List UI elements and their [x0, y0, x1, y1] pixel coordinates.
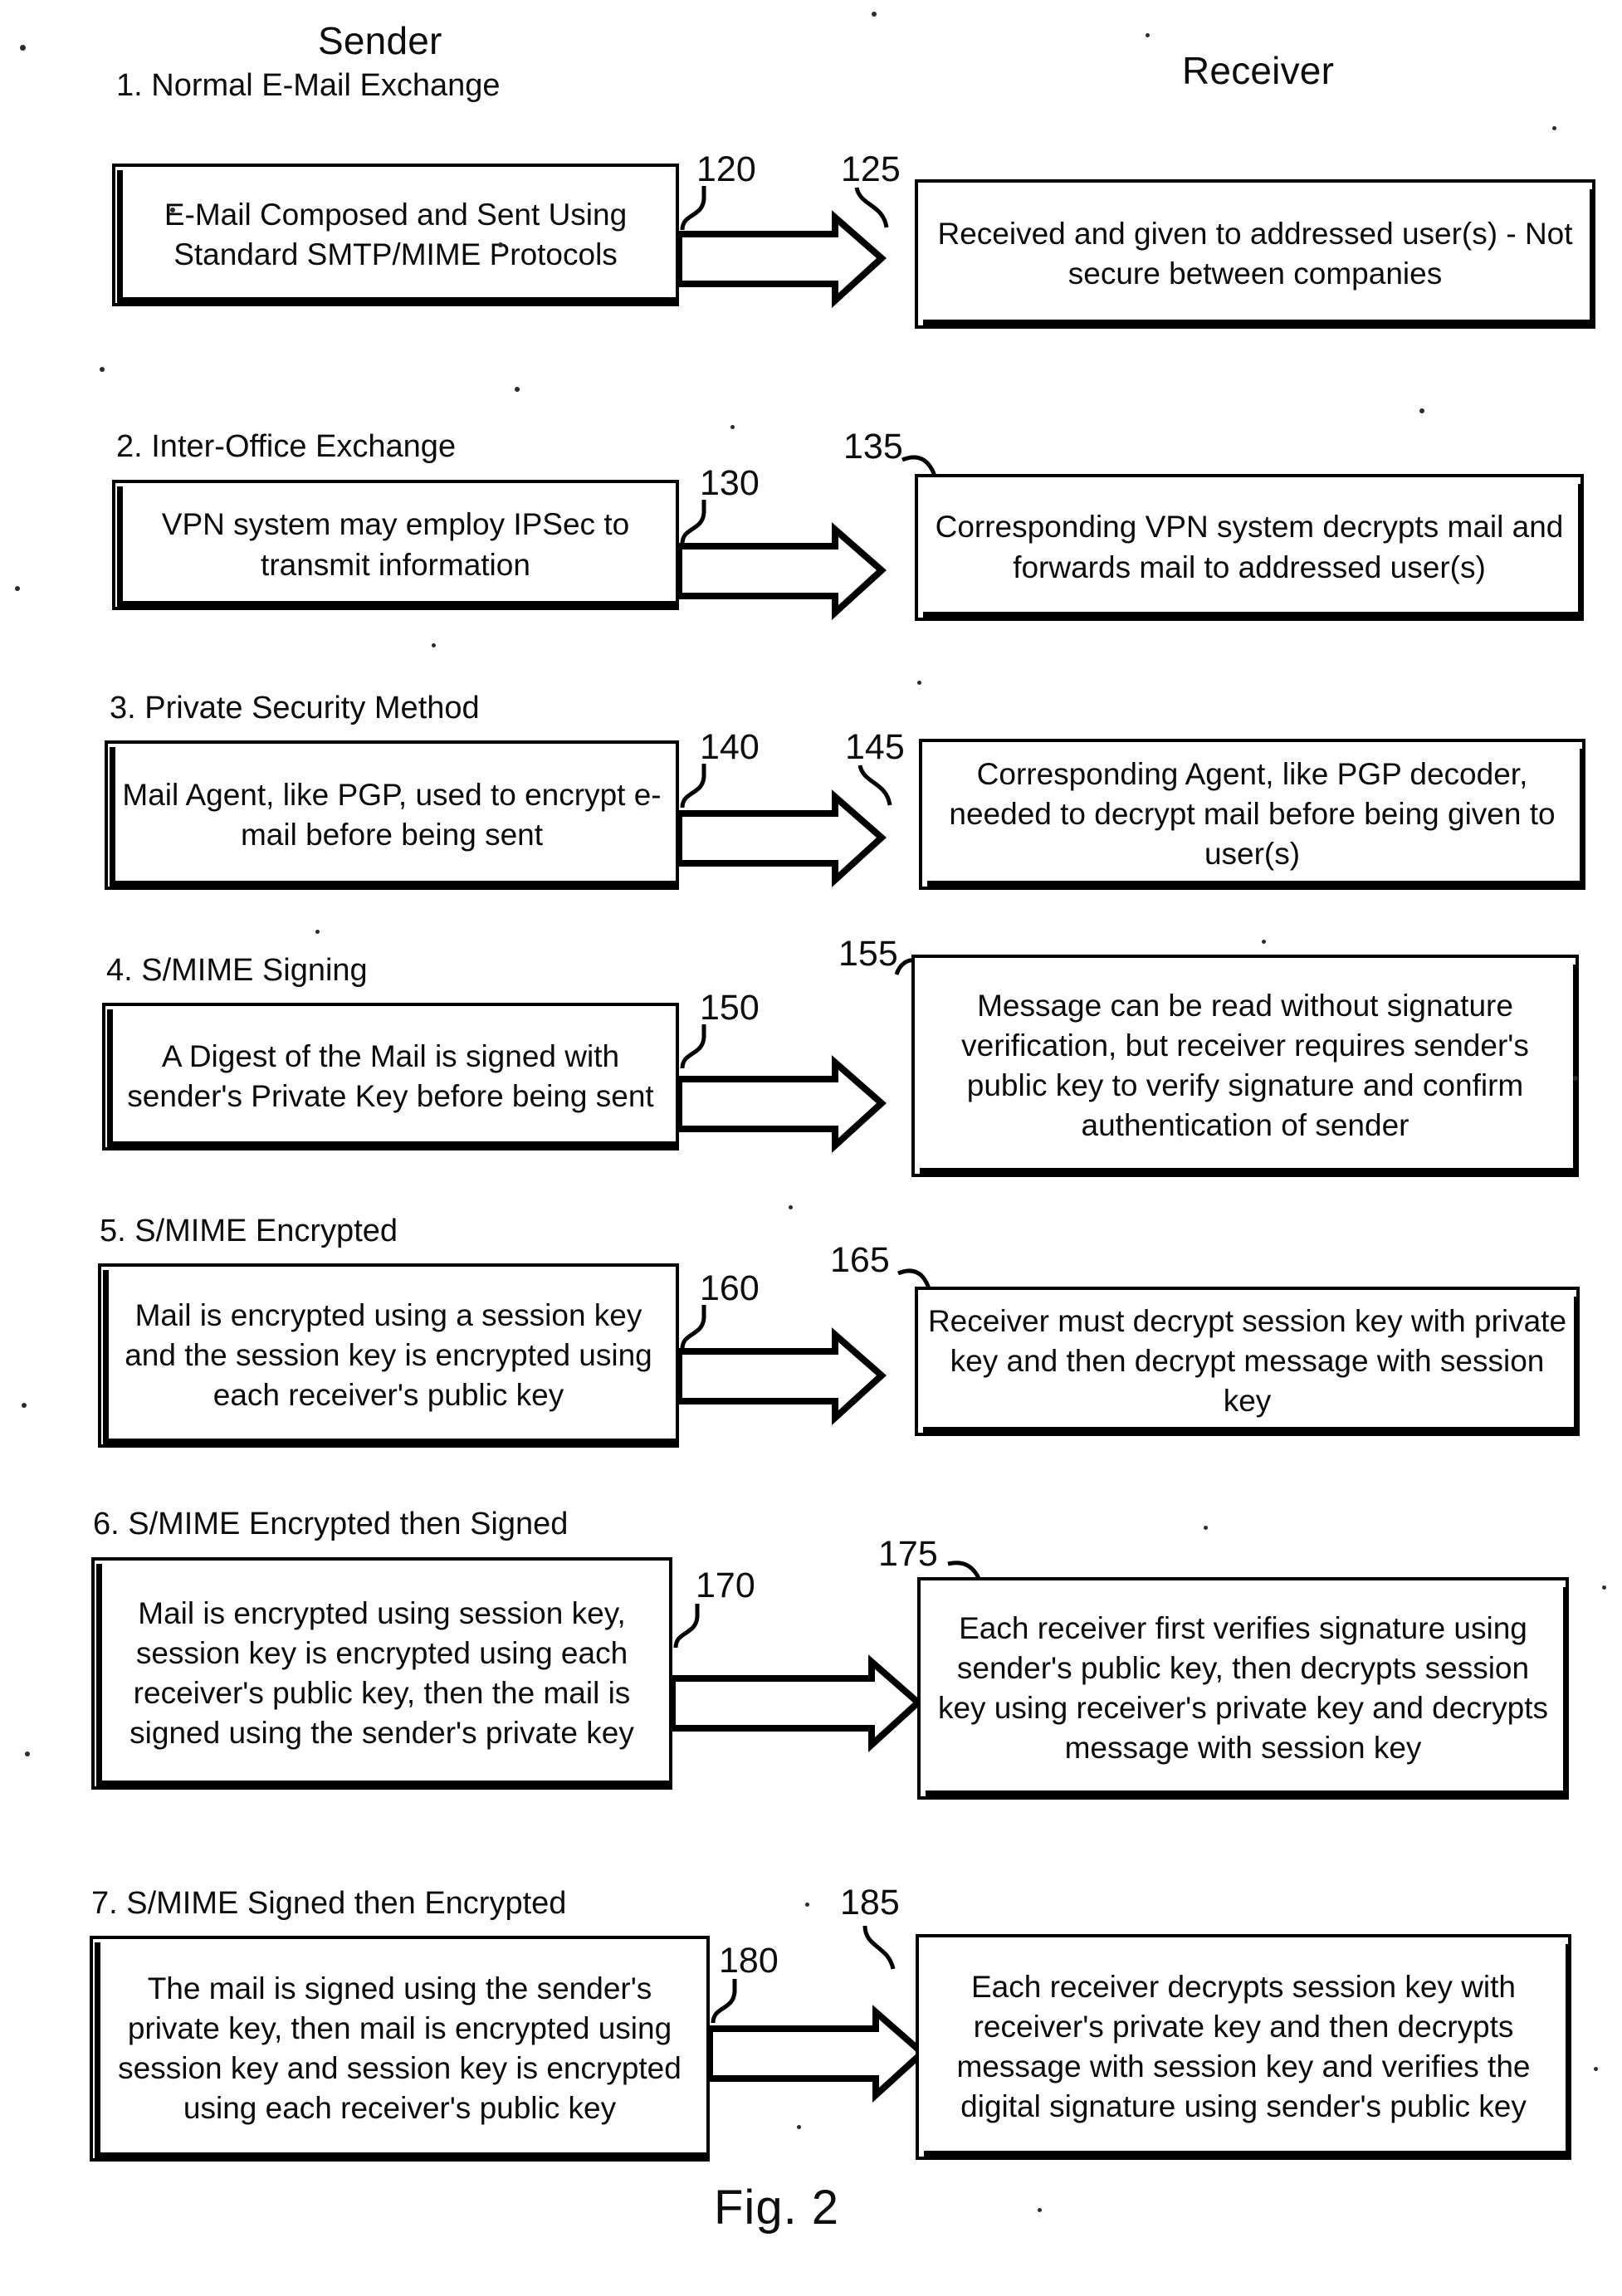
sender-box-6: Mail is encrypted using session key, ses… [91, 1557, 672, 1790]
receiver-box-2-text: Corresponding VPN system decrypts mail a… [935, 510, 1564, 584]
scan-speck [1262, 940, 1266, 944]
ref-numeral-165: 165 [830, 1240, 890, 1280]
ref-numeral-170: 170 [696, 1566, 755, 1605]
flow-arrow-2 [676, 522, 887, 621]
receiver-box-1-text: Received and given to addressed user(s) … [937, 216, 1573, 291]
ref-numeral-145: 145 [845, 727, 905, 767]
flow-arrow-6 [669, 1654, 924, 1753]
flow-arrow-3 [676, 789, 887, 888]
scan-speck [15, 586, 20, 591]
flow-arrow-7 [706, 2005, 928, 2103]
sender-box-4: A Digest of the Mail is signed with send… [102, 1003, 679, 1150]
scan-speck [1552, 126, 1556, 130]
scan-speck [1594, 2067, 1598, 2071]
scan-speck [872, 12, 877, 17]
flow-arrow-4 [676, 1055, 887, 1154]
scan-speck [730, 425, 735, 429]
sender-box-6-text: Mail is encrypted using session key, ses… [129, 1595, 634, 1751]
sender-box-4-text: A Digest of the Mail is signed with send… [127, 1038, 654, 1113]
sender-box-3: Mail Agent, like PGP, used to encrypt e-… [105, 740, 679, 890]
ref-numeral-175: 175 [878, 1534, 938, 1574]
column-header-sender: Sender [318, 19, 442, 62]
scan-speck [1038, 2208, 1042, 2212]
sender-box-1-text: E-Mail Composed and Sent Using Standard … [164, 197, 628, 271]
scan-speck [22, 1403, 27, 1408]
section-heading-7: 7. S/MIME Signed then Encrypted [91, 1886, 567, 1921]
scan-speck [315, 930, 320, 934]
sender-box-7-text: The mail is signed using the sender's pr… [118, 1971, 682, 2126]
figure-caption: Fig. 2 [714, 2181, 840, 2235]
receiver-box-6: Each receiver first verifies signature u… [917, 1577, 1569, 1800]
section-heading-1: 1. Normal E-Mail Exchange [116, 68, 501, 103]
section-heading-6: 6. S/MIME Encrypted then Signed [93, 1507, 569, 1541]
section-heading-4: 4. S/MIME Signing [106, 953, 368, 988]
section-heading-5: 5. S/MIME Encrypted [100, 1214, 398, 1248]
receiver-box-7-text: Each receiver decrypts session key with … [956, 1969, 1531, 2124]
receiver-box-1: Received and given to addressed user(s) … [915, 179, 1595, 329]
ref-numeral-135: 135 [843, 427, 903, 467]
receiver-box-4: Message can be read without signature ve… [911, 955, 1579, 1177]
sender-box-5-text: Mail is encrypted using a session key an… [125, 1297, 652, 1413]
receiver-box-4-text: Message can be read without signature ve… [961, 988, 1529, 1143]
scan-speck [432, 643, 436, 647]
scan-speck [917, 681, 921, 685]
ref-numeral-125: 125 [841, 149, 901, 189]
scan-speck [1602, 1585, 1606, 1590]
scan-speck [25, 1751, 30, 1756]
scan-speck [805, 1903, 809, 1907]
column-header-receiver: Receiver [1182, 49, 1335, 92]
patent-figure-page: Sender Receiver 1. Normal E-Mail Exchang… [0, 0, 1622, 2296]
receiver-box-3-text: Corresponding Agent, like PGP decoder, n… [949, 756, 1556, 872]
scan-speck [797, 2125, 801, 2129]
leader-line-170 [672, 1602, 730, 1652]
ref-numeral-180: 180 [719, 1941, 779, 1981]
scan-speck [1204, 1526, 1208, 1530]
sender-box-5: Mail is encrypted using a session key an… [98, 1263, 679, 1448]
scan-speck [1419, 408, 1424, 413]
sender-box-2: VPN system may employ IPSec to transmit … [112, 480, 679, 610]
flow-arrow-5 [676, 1327, 887, 1426]
receiver-box-3: Corresponding Agent, like PGP decoder, n… [919, 739, 1585, 890]
section-heading-3: 3. Private Security Method [110, 691, 480, 725]
receiver-box-6-text: Each receiver first verifies signature u… [937, 1610, 1549, 1766]
section-heading-2: 2. Inter-Office Exchange [116, 429, 457, 464]
ref-numeral-185: 185 [840, 1883, 900, 1922]
sender-box-7: The mail is signed using the sender's pr… [90, 1936, 710, 2162]
scan-speck [1146, 33, 1150, 37]
flow-arrow-1 [676, 210, 887, 309]
sender-box-2-text: VPN system may employ IPSec to transmit … [161, 507, 630, 582]
scan-speck [789, 1205, 793, 1209]
scan-speck [20, 45, 26, 51]
sender-box-1: E-Mail Composed and Sent Using Standard … [112, 164, 679, 306]
receiver-box-5: Receiver must decrypt session key with p… [915, 1287, 1580, 1436]
sender-box-3-text: Mail Agent, like PGP, used to encrypt e-… [122, 777, 662, 852]
scan-speck [515, 387, 520, 392]
scan-speck [100, 367, 105, 372]
receiver-box-5-text: Receiver must decrypt session key with p… [927, 1303, 1567, 1419]
ref-numeral-155: 155 [838, 934, 898, 974]
receiver-box-7: Each receiver decrypts session key with … [916, 1934, 1571, 2160]
receiver-box-2: Corresponding VPN system decrypts mail a… [915, 474, 1584, 621]
